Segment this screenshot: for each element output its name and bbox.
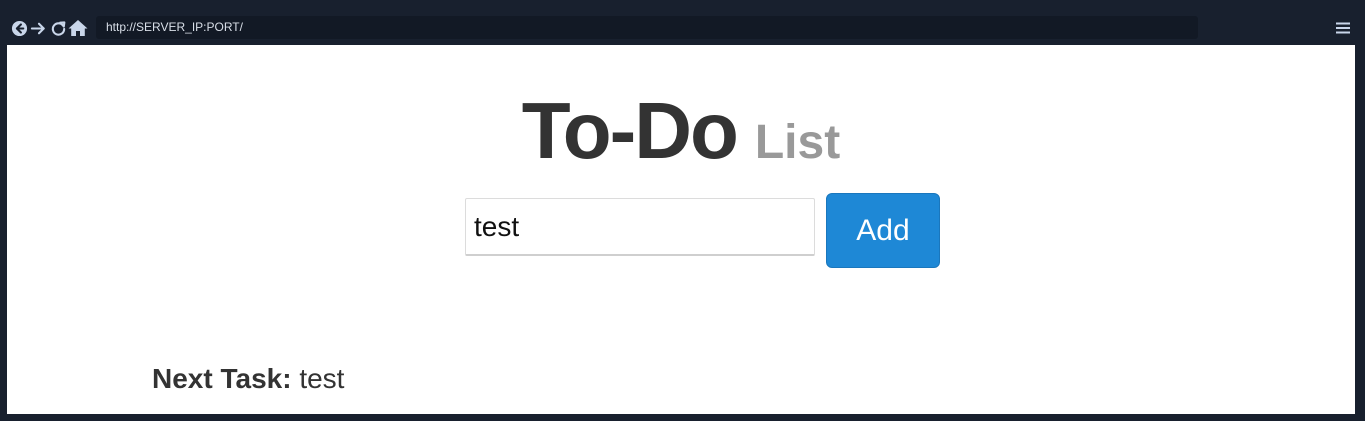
browser-window: http://SERVER_IP:PORT/ To-Do List Add Nex…	[0, 0, 1365, 421]
page-viewport: To-Do List Add Next Task: test	[7, 45, 1355, 414]
add-button[interactable]: Add	[826, 193, 940, 268]
menu-button[interactable]	[1335, 20, 1351, 36]
next-task-label: Next Task:	[152, 363, 292, 394]
page-title-sub: List	[754, 116, 841, 169]
next-task: Next Task: test	[152, 363, 344, 395]
back-button[interactable]	[10, 19, 28, 37]
home-button[interactable]	[68, 19, 88, 37]
reload-button[interactable]	[49, 19, 67, 37]
address-bar[interactable]: http://SERVER_IP:PORT/	[96, 16, 1198, 39]
forward-button[interactable]	[29, 19, 47, 37]
url-text: http://SERVER_IP:PORT/	[106, 20, 243, 34]
page-title: To-Do List	[7, 85, 1355, 177]
page-title-main: To-Do	[521, 86, 739, 175]
forward-arrow-icon	[30, 20, 47, 37]
task-input[interactable]	[465, 198, 815, 256]
back-circle-arrow-icon	[11, 20, 28, 37]
browser-toolbar: http://SERVER_IP:PORT/	[0, 0, 1365, 45]
reload-icon	[50, 20, 67, 37]
home-icon	[68, 19, 88, 37]
hamburger-menu-icon	[1335, 22, 1351, 40]
next-task-value: test	[299, 363, 345, 394]
